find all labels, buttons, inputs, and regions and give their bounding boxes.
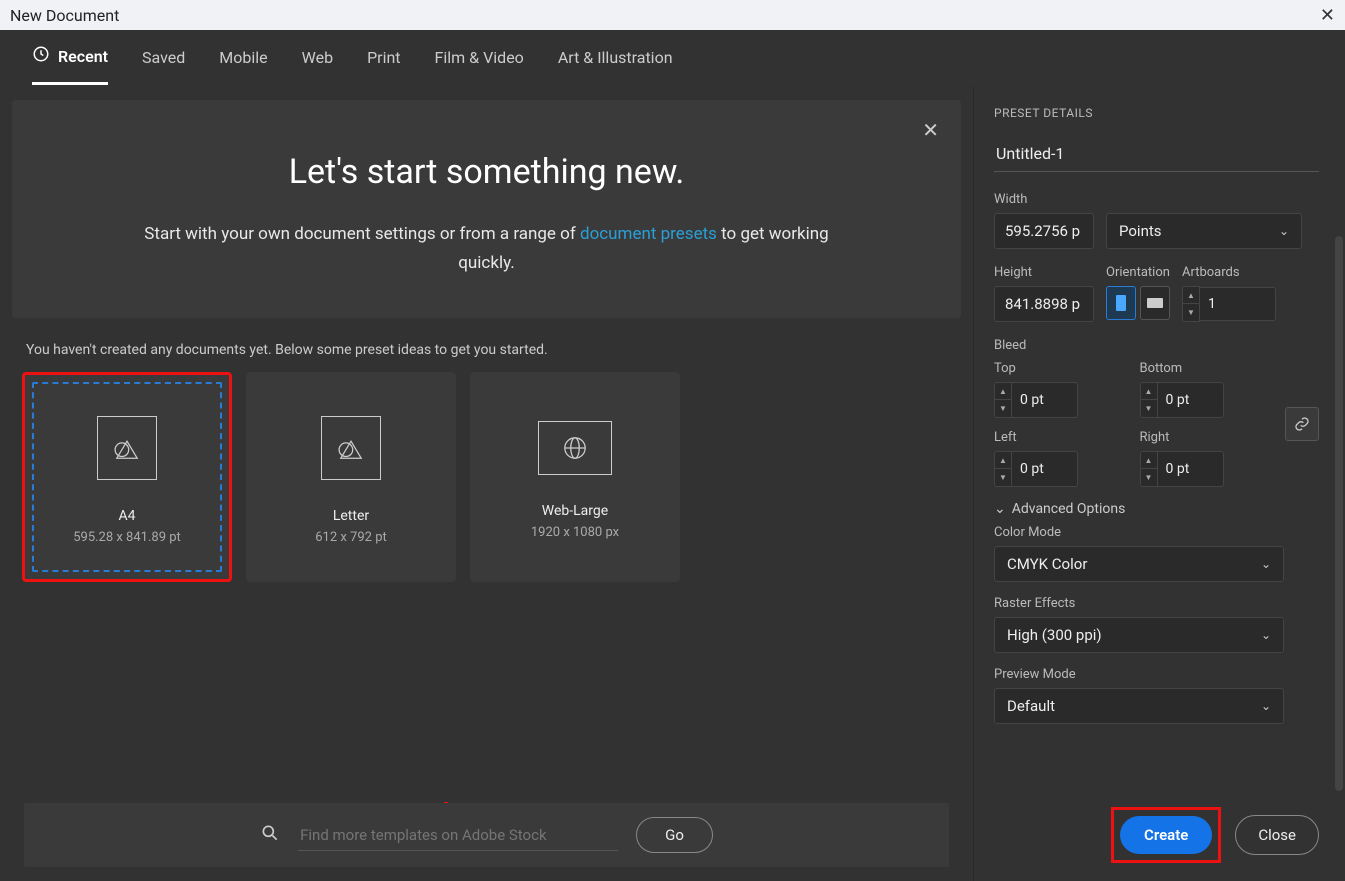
units-select[interactable]: Points ⌄ — [1106, 213, 1302, 249]
width-input[interactable] — [994, 213, 1094, 249]
preset-details-panel: PRESET DETAILS Width Points ⌄ Height — [973, 86, 1345, 881]
create-button[interactable]: Create — [1120, 816, 1212, 854]
preset-name: Web-Large — [542, 503, 608, 519]
bleed-label: Bleed — [994, 338, 1319, 353]
go-button[interactable]: Go — [636, 817, 713, 853]
panel-title: PRESET DETAILS — [994, 106, 1319, 120]
bleed-bottom-input[interactable] — [1158, 382, 1224, 418]
hero-subtext: Start with your own document settings or… — [127, 220, 847, 278]
chevron-down-icon: ⌄ — [1261, 557, 1271, 571]
color-mode-select[interactable]: CMYK Color ⌄ — [994, 546, 1284, 582]
artboards-stepper[interactable]: ▲▼ — [1182, 286, 1200, 322]
close-button[interactable]: Close — [1235, 815, 1319, 855]
tab-recent[interactable]: Recent — [32, 30, 108, 85]
tab-art-illustration[interactable]: Art & Illustration — [558, 30, 673, 85]
bleed-right-stepper[interactable]: ▲▼ — [1140, 451, 1158, 487]
bleed-right-input[interactable] — [1158, 451, 1224, 487]
artboards-input[interactable] — [1200, 287, 1276, 321]
preview-mode-select[interactable]: Default ⌄ — [994, 688, 1284, 724]
create-highlight: Create — [1111, 807, 1221, 863]
artboards-label: Artboards — [1182, 265, 1276, 280]
preset-card-a4[interactable]: A4 595.28 x 841.89 pt — [22, 372, 232, 582]
bleed-top-input[interactable] — [1012, 382, 1078, 418]
chevron-down-icon: ⌄ — [1261, 628, 1271, 642]
titlebar: New Document ✕ — [0, 0, 1345, 30]
stock-search-input[interactable] — [298, 820, 618, 851]
bleed-left-stepper[interactable]: ▲▼ — [994, 451, 1012, 487]
document-presets-link[interactable]: document presets — [580, 224, 717, 244]
preset-dims: 595.28 x 841.89 pt — [73, 530, 181, 545]
raster-effects-select[interactable]: High (300 ppi) ⌄ — [994, 617, 1284, 653]
bleed-left-input[interactable] — [1012, 451, 1078, 487]
orientation-portrait-button[interactable] — [1106, 286, 1136, 320]
scrollbar[interactable] — [1335, 236, 1343, 791]
preset-doc-icon — [321, 416, 381, 480]
tab-print[interactable]: Print — [367, 30, 400, 85]
document-name-input[interactable] — [994, 138, 1319, 172]
clock-icon — [32, 45, 50, 67]
link-bleed-icon[interactable] — [1285, 407, 1319, 441]
tab-web[interactable]: Web — [302, 30, 333, 85]
preset-dims: 612 x 792 pt — [315, 530, 387, 545]
orientation-label: Orientation — [1106, 265, 1170, 280]
preset-cards: A4 595.28 x 841.89 pt Letter 612 x 792 p… — [12, 372, 961, 582]
category-tabs: Recent Saved Mobile Web Print Film & Vid… — [0, 30, 1345, 86]
stepper-up-icon: ▲ — [1183, 287, 1199, 304]
chevron-down-icon: ⌄ — [994, 501, 1006, 517]
stock-search-bar: Go — [24, 803, 949, 867]
hero-heading: Let's start something new. — [52, 152, 921, 192]
stepper-down-icon: ▼ — [1183, 304, 1199, 321]
tab-film-video[interactable]: Film & Video — [435, 30, 524, 85]
preset-name: Letter — [333, 508, 369, 524]
width-label: Width — [994, 192, 1094, 207]
tab-saved[interactable]: Saved — [142, 30, 185, 85]
preset-subheading: You haven't created any documents yet. B… — [26, 342, 957, 358]
height-input[interactable] — [994, 286, 1094, 322]
tab-mobile[interactable]: Mobile — [219, 30, 267, 85]
preset-dims: 1920 x 1080 px — [531, 525, 619, 540]
preset-card-letter[interactable]: Letter 612 x 792 pt — [246, 372, 456, 582]
orientation-landscape-button[interactable] — [1140, 286, 1170, 320]
hero-close-icon[interactable]: ✕ — [922, 118, 939, 142]
window-close-icon[interactable]: ✕ — [1320, 5, 1335, 26]
height-label: Height — [994, 265, 1094, 280]
bleed-bottom-stepper[interactable]: ▲▼ — [1140, 382, 1158, 418]
chevron-down-icon: ⌄ — [1261, 699, 1271, 713]
preset-name: A4 — [118, 508, 135, 524]
bleed-top-stepper[interactable]: ▲▼ — [994, 382, 1012, 418]
preset-card-web-large[interactable]: Web-Large 1920 x 1080 px — [470, 372, 680, 582]
advanced-options-toggle[interactable]: ⌄ Advanced Options — [994, 501, 1319, 517]
hero-banner: ✕ Let's start something new. Start with … — [12, 100, 961, 318]
chevron-down-icon: ⌄ — [1279, 224, 1289, 238]
search-icon — [260, 823, 280, 847]
preset-web-icon — [538, 421, 612, 475]
preset-doc-icon — [97, 416, 157, 480]
window-title: New Document — [10, 6, 119, 25]
left-panel: ✕ Let's start something new. Start with … — [0, 86, 973, 881]
